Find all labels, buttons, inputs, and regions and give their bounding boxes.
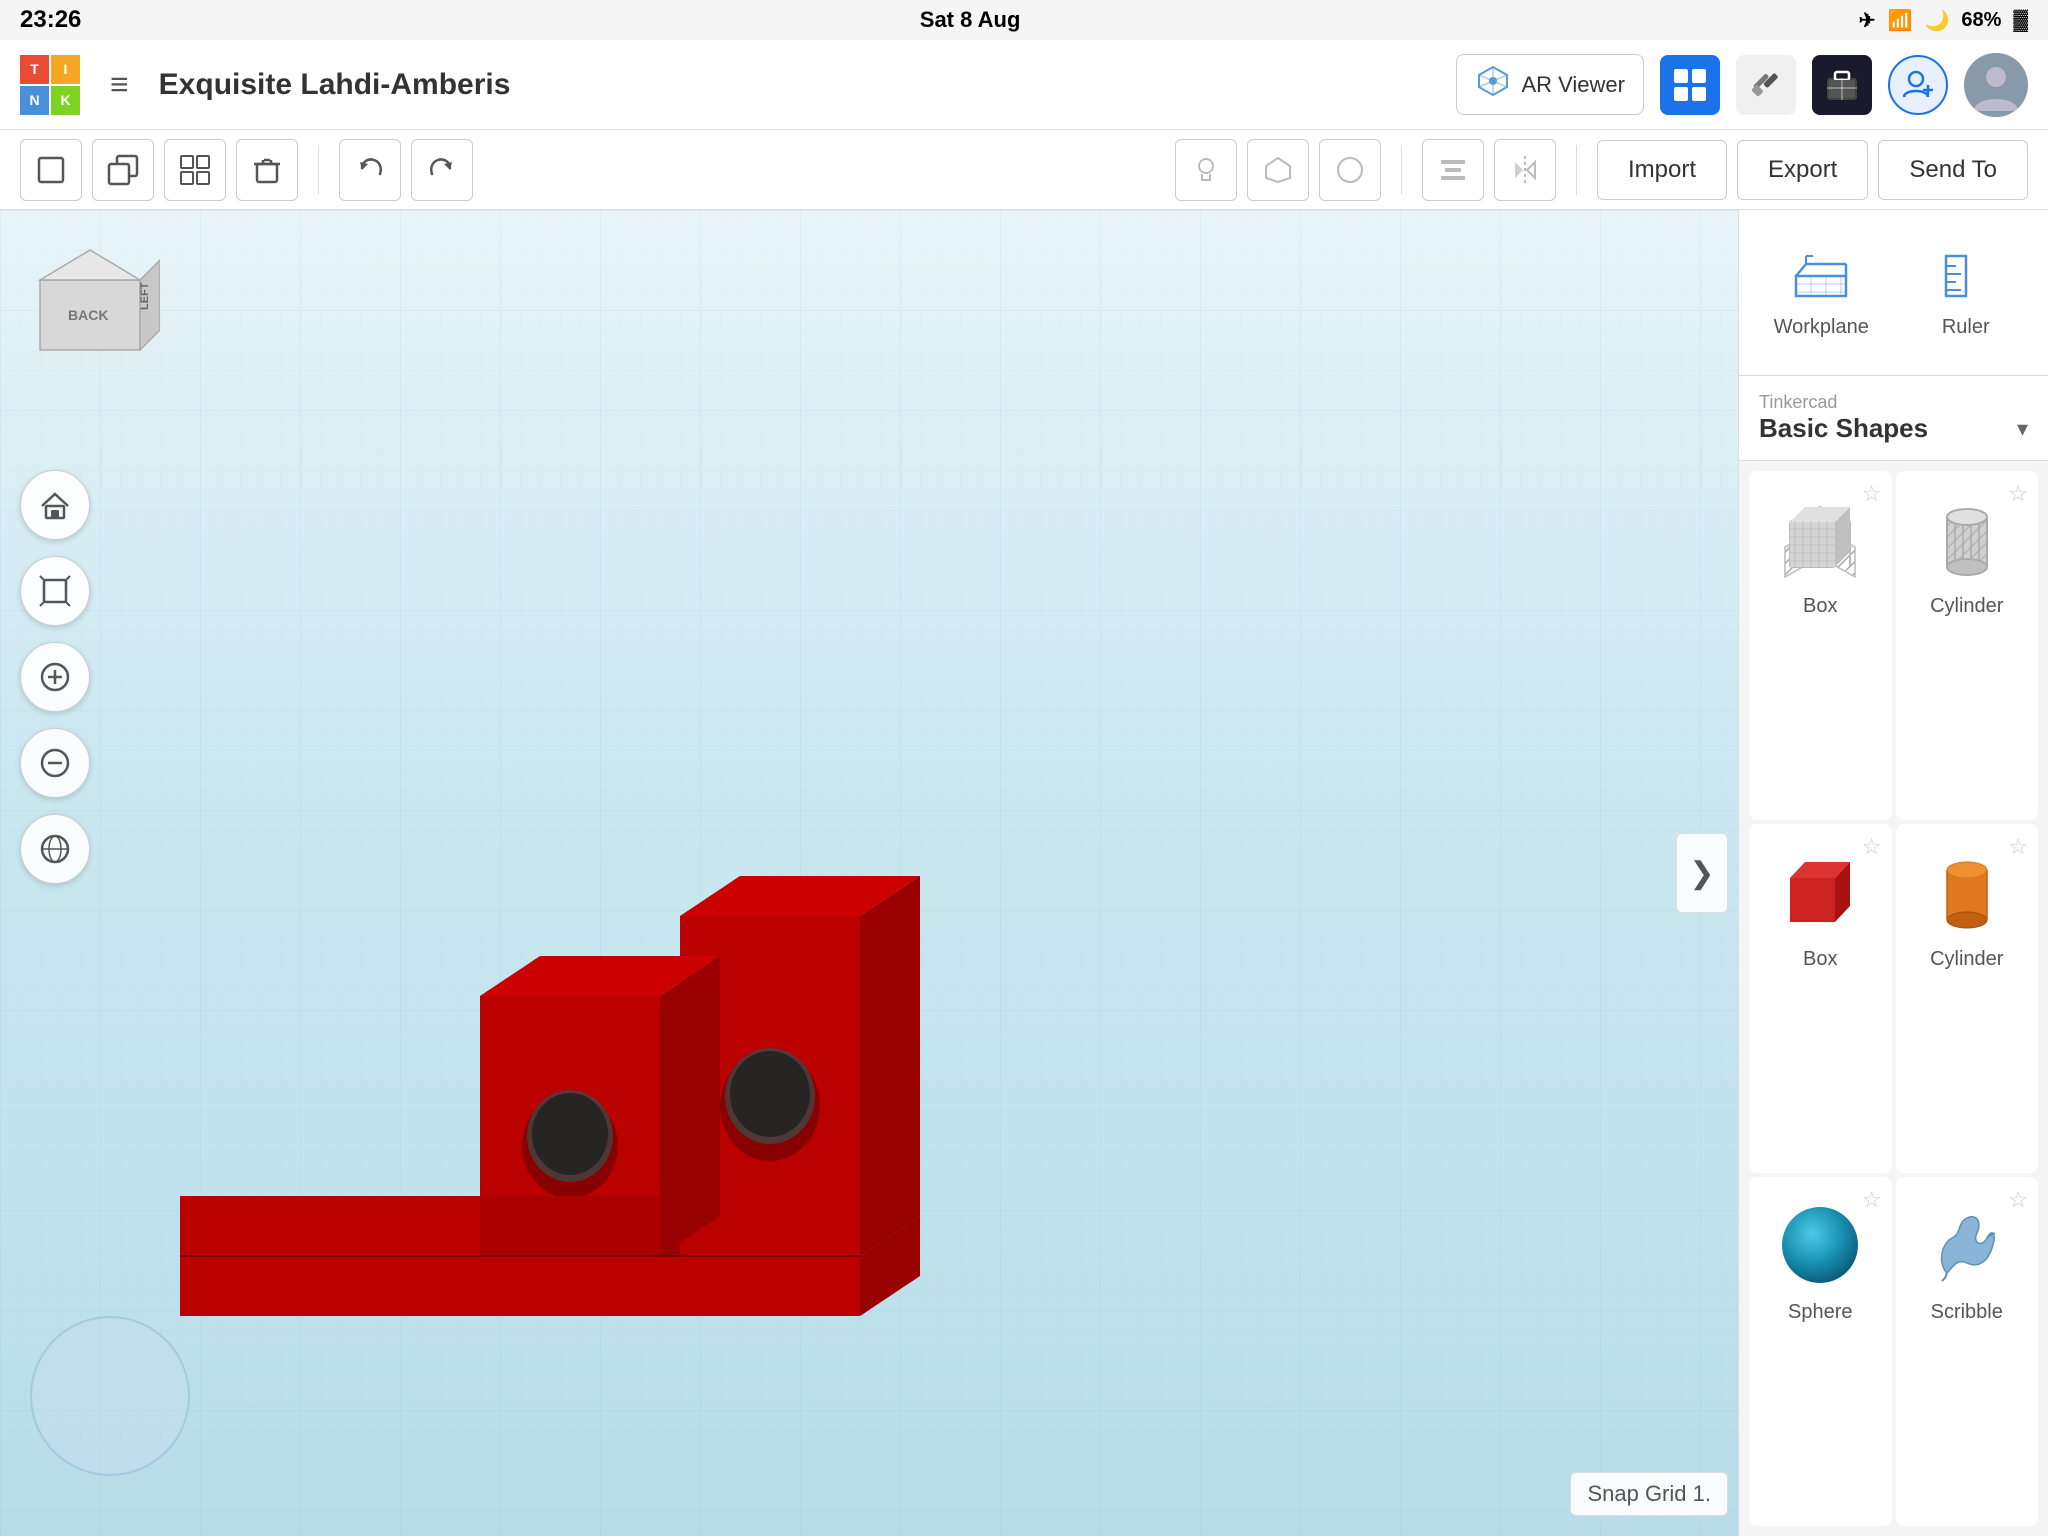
light-button[interactable]	[1175, 139, 1237, 201]
shape-name-cylinder-gray: Cylinder	[1930, 595, 2003, 618]
separator-2	[1401, 145, 1402, 195]
import-button[interactable]: Import	[1597, 140, 1727, 200]
new-shape-button[interactable]	[20, 139, 82, 201]
shape-item-sphere-blue[interactable]: ☆ Sphere	[1749, 1177, 1892, 1526]
align-button[interactable]	[1422, 139, 1484, 201]
sphere-blue-icon	[1770, 1193, 1870, 1293]
viewport-arrow-button[interactable]: ❯	[1676, 833, 1728, 913]
left-controls	[20, 470, 90, 884]
ar-viewer-button[interactable]: AR Viewer	[1456, 54, 1644, 115]
snap-grid-indicator: Snap Grid 1.	[1570, 1472, 1728, 1516]
scribble-icon	[1917, 1193, 2017, 1293]
delete-button[interactable]	[236, 139, 298, 201]
compass-circle	[30, 1316, 190, 1476]
star-cylinder-gray[interactable]: ☆	[2008, 481, 2028, 507]
box-red-icon	[1770, 840, 1870, 940]
export-button[interactable]: Export	[1737, 140, 1868, 200]
shape-item-cylinder-gray[interactable]: ☆ Cylinder	[1896, 471, 2039, 820]
ruler-tool[interactable]: Ruler	[1904, 230, 2029, 355]
perspective-button[interactable]	[20, 814, 90, 884]
zoom-out-button[interactable]	[20, 728, 90, 798]
workplane-label: Workplane	[1774, 316, 1869, 339]
shapes-grid: ☆	[1739, 461, 2048, 1536]
3d-model	[100, 816, 960, 1376]
top-nav-right: AR Viewer	[1456, 53, 2028, 117]
shape-library-header: Tinkercad Basic Shapes ▾	[1739, 376, 2048, 461]
snap-grid-label: Snap Grid	[1587, 1481, 1686, 1506]
snap-grid-value: 1.	[1693, 1481, 1711, 1506]
top-nav: T I N K ≡ Exquisite Lahdi-Amberis AR Vie…	[0, 40, 2048, 130]
sendto-button[interactable]: Send To	[1878, 140, 2028, 200]
moon-icon: 🌙	[1924, 8, 1949, 33]
group-button[interactable]	[164, 139, 226, 201]
ar-viewer-label: AR Viewer	[1521, 72, 1625, 98]
toolbar: Import Export Send To	[0, 130, 2048, 210]
logo-t: T	[20, 55, 49, 84]
workplane-icon	[1791, 246, 1851, 306]
star-cylinder-orange[interactable]: ☆	[2008, 834, 2028, 860]
navigation-cube[interactable]: BACK LEFT	[20, 230, 160, 370]
home-view-button[interactable]	[20, 470, 90, 540]
airplane-icon: ✈	[1859, 8, 1876, 33]
logo-i: I	[51, 55, 80, 84]
battery-label: 68%	[1961, 9, 2001, 32]
panel-tools: Workplane Ruler	[1739, 210, 2048, 376]
logo-k: K	[51, 86, 80, 115]
library-name: Basic Shapes	[1759, 413, 1928, 444]
right-panel: Workplane Ruler Tinkercad Basic Shapes ▾…	[1738, 210, 2048, 1536]
fit-view-button[interactable]	[20, 556, 90, 626]
redo-button[interactable]	[411, 139, 473, 201]
star-sphere-blue[interactable]: ☆	[1862, 1187, 1882, 1213]
dropdown-arrow-icon: ▾	[2017, 416, 2028, 442]
project-title[interactable]: Exquisite Lahdi-Amberis	[159, 68, 1437, 102]
battery-icon: ▓	[2013, 9, 2028, 32]
separator-3	[1576, 145, 1577, 195]
shape-name-cylinder-orange: Cylinder	[1930, 948, 2003, 971]
hammer-button[interactable]	[1736, 55, 1796, 115]
star-scribble[interactable]: ☆	[2008, 1187, 2028, 1213]
library-source: Tinkercad	[1759, 392, 2028, 413]
separator-1	[318, 145, 319, 195]
zoom-in-button[interactable]	[20, 642, 90, 712]
svg-text:LEFT: LEFT	[139, 282, 151, 310]
ruler-label: Ruler	[1942, 316, 1990, 339]
grid-view-button[interactable]	[1660, 55, 1720, 115]
user-avatar[interactable]	[1964, 53, 2028, 117]
polygon-button[interactable]	[1247, 139, 1309, 201]
shape-item-cylinder-orange[interactable]: ☆ Cylinder	[1896, 824, 2039, 1173]
shape-name-box-red: Box	[1803, 948, 1837, 971]
logo-n: N	[20, 86, 49, 115]
add-user-button[interactable]	[1888, 55, 1948, 115]
box-gray-icon	[1770, 487, 1870, 587]
status-bar: 23:26 Sat 8 Aug ✈ 📶 🌙 68% ▓	[0, 0, 2048, 40]
svg-text:BACK: BACK	[68, 307, 108, 323]
shape-item-box-gray[interactable]: ☆	[1749, 471, 1892, 820]
ruler-icon	[1936, 246, 1996, 306]
cylinder-orange-icon	[1917, 840, 2017, 940]
ar-icon	[1475, 63, 1511, 106]
shape-item-scribble[interactable]: ☆ Scribble	[1896, 1177, 2039, 1526]
mirror-button[interactable]	[1494, 139, 1556, 201]
circle-button[interactable]	[1319, 139, 1381, 201]
cylinder-gray-icon	[1917, 487, 2017, 587]
suitcase-button[interactable]	[1812, 55, 1872, 115]
menu-icon[interactable]: ≡	[110, 66, 129, 103]
shape-name-sphere-blue: Sphere	[1788, 1301, 1853, 1324]
shape-name-box-gray: Box	[1803, 595, 1837, 618]
tinkercad-logo[interactable]: T I N K	[20, 55, 80, 115]
library-dropdown[interactable]: Basic Shapes ▾	[1759, 413, 2028, 444]
wifi-icon: 📶	[1888, 8, 1913, 33]
workplane-tool[interactable]: Workplane	[1759, 230, 1884, 355]
copy-button[interactable]	[92, 139, 154, 201]
shape-item-box-red[interactable]: ☆ Box	[1749, 824, 1892, 1173]
status-time: 23:26	[20, 6, 81, 34]
shape-name-scribble: Scribble	[1931, 1301, 2003, 1324]
status-date: Sat 8 Aug	[920, 7, 1021, 33]
star-box-red[interactable]: ☆	[1862, 834, 1882, 860]
status-icons: ✈ 📶 🌙 68% ▓	[1859, 8, 2028, 33]
undo-button[interactable]	[339, 139, 401, 201]
star-box-gray[interactable]: ☆	[1862, 481, 1882, 507]
